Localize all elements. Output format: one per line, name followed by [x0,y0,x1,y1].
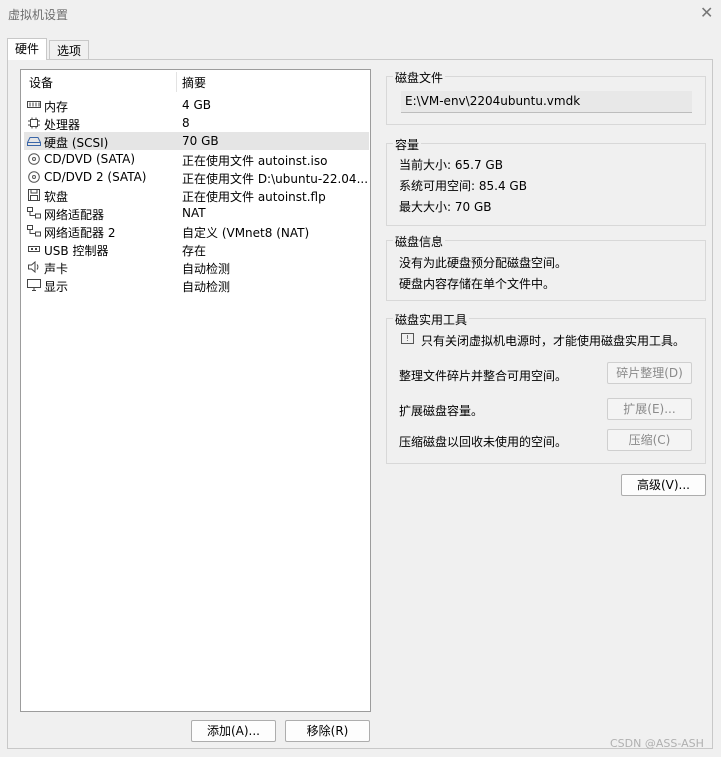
disk-info-title: 磁盘信息 [393,233,446,250]
disk-info-line-2: 硬盘内容存储在单个文件中。 [399,277,556,291]
device-summary: 自动检测 [182,280,231,294]
device-name: 软盘 [44,190,69,204]
device-summary: 4 GB [182,98,211,112]
device-name: 处理器 [44,118,81,132]
device-summary: 存在 [182,244,207,258]
utilities-notice: 只有关闭虚拟机电源时，才能使用磁盘实用工具。 [421,334,686,348]
usb-icon [28,246,40,252]
monitor-icon [27,279,41,291]
device-name: 网络适配器 [44,208,105,222]
cd-dvd-icon [28,153,40,165]
device-summary: 70 GB [182,134,219,148]
device-name: 网络适配器 2 [44,226,116,240]
advanced-button[interactable]: 高级(V)... [621,474,706,496]
device-row-network-adapter-2[interactable]: 网络适配器 2 自定义 (VMnet8 (NAT) [24,222,369,240]
remove-button[interactable]: 移除(R) [285,720,370,742]
speaker-icon [28,261,39,273]
device-summary: 8 [182,116,190,130]
column-header-summary[interactable]: 摘要 [182,74,206,91]
device-name: 声卡 [44,262,69,276]
cd-dvd-icon [28,171,40,183]
close-icon[interactable]: ✕ [700,3,713,22]
window-title: 虚拟机设置 [8,8,69,22]
column-divider [176,72,177,92]
device-row-usb-controller[interactable]: USB 控制器 存在 [24,240,369,258]
device-summary: 正在使用文件 autoinst.iso [182,154,328,168]
disk-utilities-title: 磁盘实用工具 [393,311,470,328]
disk-file-path-field[interactable]: E:\VM-env\2204ubuntu.vmdk [401,91,692,113]
defragment-button[interactable]: 碎片整理(D) [607,362,692,384]
tab-hardware[interactable]: 硬件 [7,38,47,60]
memory-icon [27,101,41,108]
device-name: 显示 [44,280,69,294]
device-summary: 正在使用文件 autoinst.flp [182,190,326,204]
device-name: CD/DVD 2 (SATA) [44,170,147,184]
device-name: 内存 [44,100,69,114]
compact-button[interactable]: 压缩(C) [607,429,692,451]
device-name: 硬盘 (SCSI) [44,136,109,150]
disk-info-line-1: 没有为此硬盘预分配磁盘空间。 [399,256,568,270]
device-row-floppy[interactable]: 软盘 正在使用文件 autoinst.flp [24,186,369,204]
device-summary: 正在使用文件 D:\ubuntu-22.04... [182,172,367,186]
disk-file-title: 磁盘文件 [393,69,446,86]
device-row-network-adapter[interactable]: 网络适配器 NAT [24,204,369,222]
device-row-hard-disk[interactable]: 硬盘 (SCSI) 70 GB [24,132,369,150]
device-summary: 自动检测 [182,262,231,276]
cpu-icon [28,117,40,129]
column-header-device[interactable]: 设备 [29,74,53,91]
device-row-cd-dvd-2[interactable]: CD/DVD 2 (SATA) 正在使用文件 D:\ubuntu-22.04..… [24,168,369,186]
tab-options[interactable]: 选项 [49,40,89,60]
device-row-cd-dvd[interactable]: CD/DVD (SATA) 正在使用文件 autoinst.iso [24,150,369,168]
floppy-icon [28,189,40,201]
device-summary: 自定义 (VMnet8 (NAT) [182,226,310,240]
device-row-memory[interactable]: 内存 4 GB [24,96,369,114]
max-size-text: 最大大小: 70 GB [399,200,492,214]
expand-button[interactable]: 扩展(E)... [607,398,692,420]
device-summary: NAT [182,206,206,220]
device-name: CD/DVD (SATA) [44,152,136,166]
watermark: CSDN @ASS-ASH [610,737,704,750]
info-icon: ! [401,333,414,344]
device-row-sound-card[interactable]: 声卡 自动检测 [24,258,369,276]
device-row-display[interactable]: 显示 自动检测 [24,276,369,294]
device-name: USB 控制器 [44,244,109,258]
title-bar: 虚拟机设置 ✕ [0,0,721,28]
hard-disk-icon [27,137,41,146]
device-row-processor[interactable]: 处理器 8 [24,114,369,132]
network-icon [27,207,41,219]
compact-label: 压缩磁盘以回收未使用的空间。 [399,435,568,449]
capacity-title: 容量 [393,136,422,153]
current-size-text: 当前大小: 65.7 GB [399,158,503,172]
device-list[interactable]: 设备 摘要 内存 4 GB 处理器 8 硬盘 (SCSI) 70 GB CD/D… [20,69,371,712]
available-space-text: 系统可用空间: 85.4 GB [399,179,527,193]
add-button[interactable]: 添加(A)... [191,720,276,742]
network-icon [27,225,41,237]
defrag-label: 整理文件碎片并整合可用空间。 [399,369,568,383]
expand-label: 扩展磁盘容量。 [399,404,484,418]
